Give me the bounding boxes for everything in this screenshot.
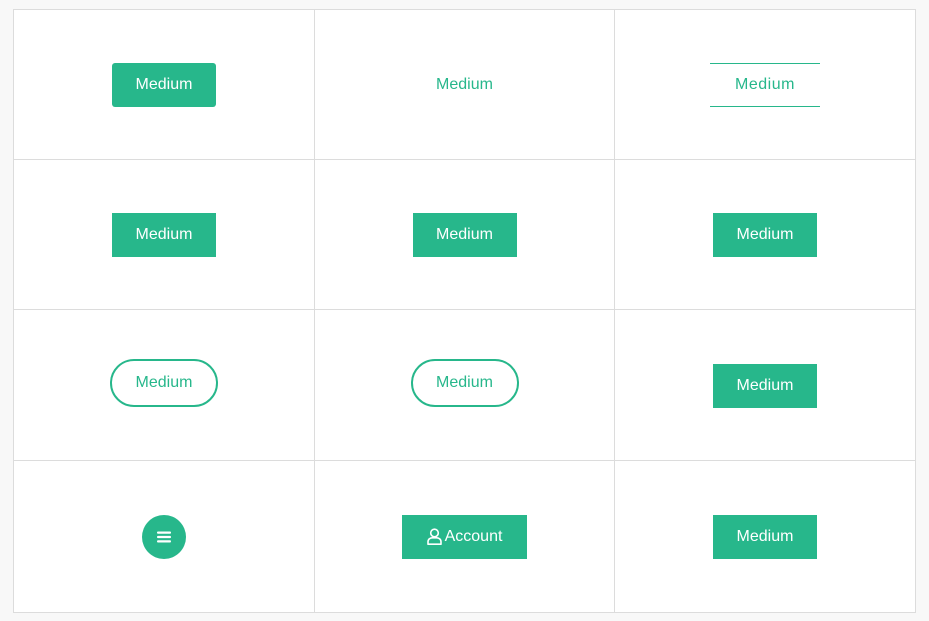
button-label: Medium	[735, 75, 795, 93]
grid-cell: Medium	[615, 10, 915, 160]
grid-cell: Medium	[315, 160, 615, 310]
medium-solid-button[interactable]: Medium	[713, 212, 817, 257]
medium-outline-pill-button[interactable]: Medium	[410, 359, 519, 407]
button-label: Medium	[436, 225, 493, 243]
button-label: Account	[444, 527, 503, 545]
medium-solid-button[interactable]: Medium	[713, 514, 817, 559]
grid-cell: Medium	[14, 310, 315, 461]
medium-solid-button[interactable]: Medium	[112, 212, 216, 257]
medium-solid-button[interactable]: Medium	[713, 364, 817, 408]
menu-round-button[interactable]	[142, 514, 186, 559]
button-label: Medium	[436, 374, 493, 391]
account-button[interactable]: Account	[402, 514, 527, 559]
medium-solid-rounded-button[interactable]: Medium	[112, 62, 216, 107]
button-label: Medium	[135, 374, 193, 391]
medium-text-button[interactable]: Medium	[413, 63, 517, 107]
button-label: Medium	[135, 75, 193, 93]
medium-lined-button[interactable]: Medium	[710, 62, 820, 107]
grid-cell: Medium	[615, 160, 915, 310]
grid-cell: Medium	[14, 10, 315, 160]
grid-cell: Medium	[315, 310, 615, 461]
grid-cell: Medium	[615, 310, 915, 461]
button-showcase-grid: Medium Medium Medium Medium Medium Mediu…	[13, 9, 916, 613]
button-label: Medium	[736, 377, 794, 394]
button-label: Medium	[135, 225, 193, 243]
grid-cell: Account	[315, 461, 615, 612]
button-label: Medium	[436, 75, 493, 93]
grid-cell: Medium	[315, 10, 615, 160]
grid-cell: Medium	[615, 461, 915, 612]
button-label: Medium	[736, 225, 794, 243]
button-label: Medium	[736, 527, 794, 545]
grid-cell	[14, 461, 315, 612]
grid-cell: Medium	[14, 160, 315, 310]
hamburger-menu-icon	[157, 531, 171, 543]
medium-outline-pill-button[interactable]: Medium	[110, 359, 218, 407]
user-icon	[426, 528, 442, 545]
medium-solid-button[interactable]: Medium	[412, 212, 517, 257]
